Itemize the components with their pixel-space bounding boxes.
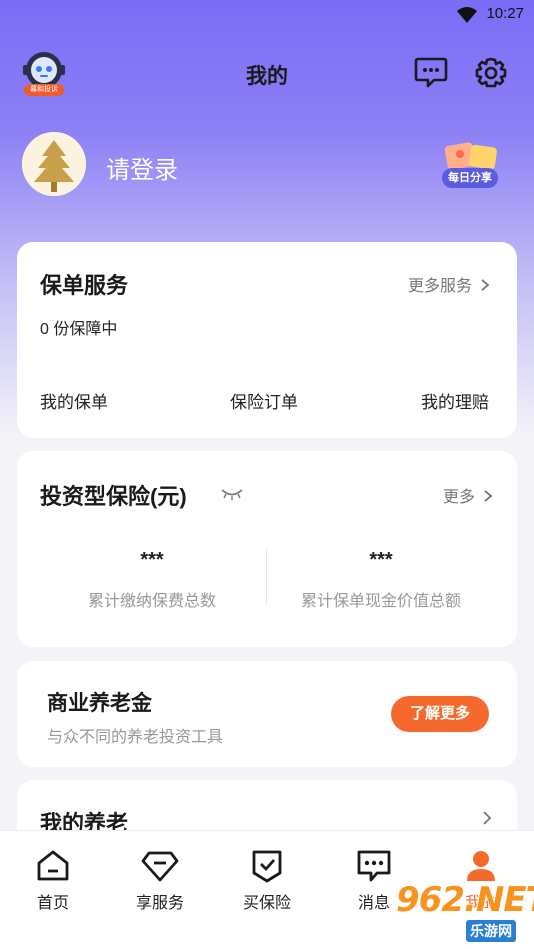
top-header: 暮和投诉 我的 bbox=[0, 40, 534, 106]
chat-icon[interactable] bbox=[414, 56, 448, 88]
tab-home-label: 首页 bbox=[36, 895, 69, 912]
more-services-label: 更多服务 bbox=[408, 278, 473, 295]
profile-section: 请登录 每日分享 bbox=[0, 130, 534, 200]
daily-share-button[interactable]: 每日分享 bbox=[440, 140, 512, 192]
total-premium-label: 累计缴纳保费总数 bbox=[87, 593, 216, 610]
watermark-site: 乐游网 bbox=[466, 920, 516, 942]
eye-closed-icon[interactable] bbox=[220, 487, 244, 501]
login-link[interactable]: 请登录 bbox=[106, 150, 178, 185]
cash-value-value: *** bbox=[369, 549, 393, 571]
tab-home[interactable]: 首页 bbox=[3, 849, 103, 929]
tab-buy-insurance[interactable]: 买保险 bbox=[217, 849, 317, 929]
investment-more-label: 更多 bbox=[443, 489, 476, 506]
home-icon bbox=[37, 850, 69, 881]
cash-value-label: 累计保单现金价值总额 bbox=[300, 593, 461, 610]
investment-more-link[interactable]: 更多 bbox=[443, 483, 493, 507]
gear-icon[interactable] bbox=[474, 56, 508, 90]
photo-icon bbox=[444, 142, 497, 170]
avatar[interactable] bbox=[22, 132, 86, 196]
diamond-icon bbox=[141, 851, 179, 882]
watermark-logo: 962.NET bbox=[396, 880, 534, 920]
status-bar: 10:27 bbox=[0, 0, 534, 30]
chevron-right-icon bbox=[483, 811, 492, 825]
watermark: 962.NET 乐游网 bbox=[396, 880, 534, 944]
my-policies-link[interactable]: 我的保单 bbox=[40, 388, 108, 413]
tab-services-label: 享服务 bbox=[135, 895, 184, 912]
total-premium-value: *** bbox=[140, 549, 164, 571]
investment-title: 投资型保险(元) bbox=[40, 484, 187, 509]
pension-subtitle: 与众不同的养老投资工具 bbox=[47, 729, 224, 746]
wifi-icon bbox=[457, 7, 477, 23]
daily-share-label: 每日分享 bbox=[442, 168, 498, 188]
chevron-right-icon bbox=[481, 279, 490, 291]
person-icon bbox=[467, 851, 495, 881]
learn-more-button[interactable]: 了解更多 bbox=[391, 696, 489, 732]
commercial-pension-card[interactable]: 商业养老金 与众不同的养老投资工具 了解更多 bbox=[17, 661, 517, 767]
my-claims-link[interactable]: 我的理赔 bbox=[421, 388, 489, 413]
insurance-orders-link[interactable]: 保险订单 bbox=[230, 388, 298, 413]
message-icon bbox=[357, 850, 391, 882]
status-time: 10:27 bbox=[486, 5, 524, 22]
investment-insurance-card: 投资型保险(元) 更多 *** 累计缴纳保费总数 *** 累计保单现金价值总额 bbox=[17, 451, 517, 647]
pension-title: 商业养老金 bbox=[47, 692, 152, 715]
more-services-link[interactable]: 更多服务 bbox=[408, 272, 490, 296]
policy-service-card: 保单服务 更多服务 0 份保障中 我的保单 保险订单 我的理赔 bbox=[17, 242, 517, 438]
policy-count: 0 份保障中 bbox=[40, 321, 118, 338]
tab-buy-insurance-label: 买保险 bbox=[242, 895, 291, 912]
policy-service-title: 保单服务 bbox=[40, 273, 129, 298]
page-title: 我的 bbox=[246, 65, 288, 88]
tab-services[interactable]: 享服务 bbox=[110, 849, 210, 929]
shield-check-icon bbox=[252, 850, 282, 883]
chevron-right-icon bbox=[484, 490, 493, 502]
